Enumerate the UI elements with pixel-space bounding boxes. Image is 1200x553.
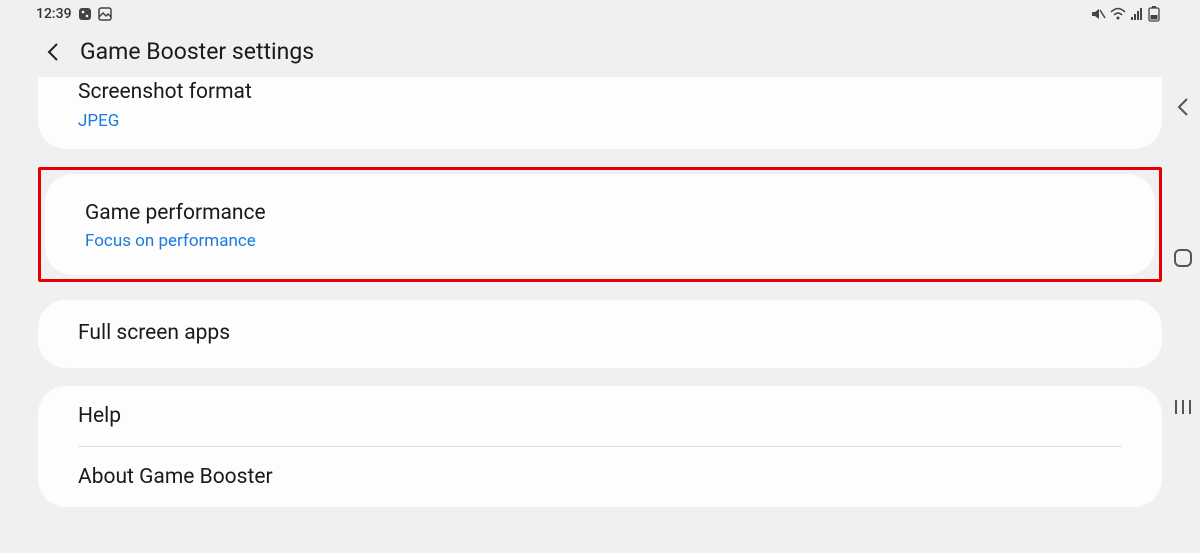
nav-back-button[interactable] [1173,95,1193,119]
item-title: Screenshot format [78,77,1122,109]
item-help[interactable]: Help [38,386,1162,446]
item-group-bottom: Help About Game Booster [38,386,1162,507]
nav-recents-button[interactable] [1172,397,1194,417]
back-button[interactable] [44,41,62,63]
battery-icon [1148,6,1160,22]
signal-icon [1130,7,1144,21]
page-header: Game Booster settings [0,26,1200,83]
item-value: JPEG [78,111,1122,131]
settings-list: Screenshot format JPEG Game performance … [0,77,1200,507]
mute-icon [1090,7,1106,21]
item-title: Full screen apps [78,318,1122,350]
status-bar-left: 12:39 [36,6,112,22]
item-value: Focus on performance [85,231,1115,251]
item-title: Help [78,404,1122,428]
highlight-annotation: Game performance Focus on performance [38,167,1162,283]
nav-home-button[interactable] [1172,247,1194,269]
gallery-icon [98,7,112,21]
item-full-screen-apps[interactable]: Full screen apps [38,300,1162,368]
item-about[interactable]: About Game Booster [38,447,1162,507]
wifi-icon [1110,7,1126,21]
item-screenshot-format[interactable]: Screenshot format JPEG [38,77,1162,149]
item-title: About Game Booster [78,465,1122,489]
dice-icon [78,7,92,21]
item-title: Game performance [85,198,1115,230]
item-game-performance[interactable]: Game performance Focus on performance [45,174,1155,276]
status-time: 12:39 [36,6,72,22]
status-bar-right [1090,6,1160,22]
status-bar: 12:39 [0,0,1200,26]
system-nav-rail [1172,95,1194,417]
page-title: Game Booster settings [80,38,314,65]
